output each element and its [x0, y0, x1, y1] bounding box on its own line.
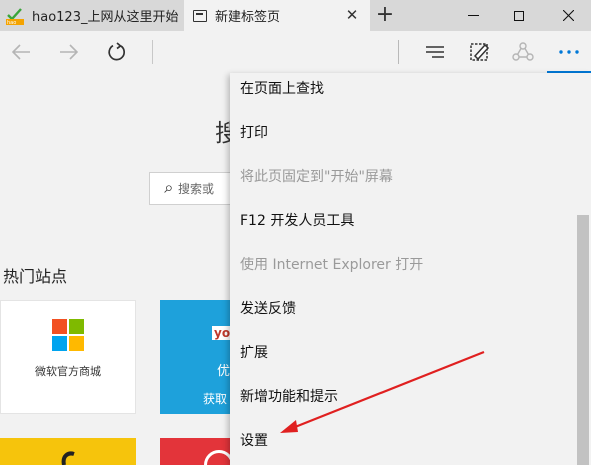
web-note-icon: [470, 43, 490, 61]
tile-yellow[interactable]: [0, 438, 136, 465]
search-icon: [164, 184, 172, 193]
toolbar-divider: [398, 40, 399, 64]
hot-sites-title: 热门站点: [3, 267, 68, 286]
refresh-icon: [108, 42, 126, 61]
minimize-icon: [467, 15, 479, 16]
search-box[interactable]: [149, 172, 239, 205]
tab-title: 新建标签页: [215, 10, 281, 25]
refresh-button[interactable]: [102, 37, 132, 67]
tile-label: 优: [217, 364, 231, 379]
back-button[interactable]: [6, 37, 36, 67]
tile-sublabel: 获取: [203, 392, 228, 406]
close-tab-icon[interactable]: ✕: [342, 5, 362, 25]
address-divider: [152, 40, 153, 64]
tab-hao123[interactable]: hao hao123_上网从这里开始: [0, 0, 183, 31]
maximize-button[interactable]: [496, 0, 542, 31]
tab-strip: hao hao123_上网从这里开始 新建标签页 ✕ +: [0, 0, 591, 31]
close-icon: [562, 10, 574, 21]
menu-item-open-with-ie: 使用 Internet Explorer 打开: [240, 257, 424, 273]
new-tab-button[interactable]: +: [370, 0, 400, 31]
menu-item-send-feedback[interactable]: 发送反馈: [240, 294, 296, 324]
tile-microsoft-store[interactable]: 微软官方商城: [0, 300, 136, 414]
page-icon: [193, 9, 207, 22]
svg-text:hao: hao: [7, 20, 16, 25]
menu-item-f12-dev-tools[interactable]: F12 开发人员工具: [240, 206, 354, 236]
menu-item-extensions[interactable]: 扩展: [240, 338, 268, 368]
hub-button[interactable]: [420, 37, 450, 67]
tab-title: hao123_上网从这里开始: [32, 10, 179, 25]
hub-icon: [426, 46, 444, 58]
menu-item-print[interactable]: 打印: [240, 118, 268, 148]
tile-logo-icon: [204, 450, 230, 465]
more-icon: [559, 50, 579, 54]
menu-item-settings[interactable]: 设置: [240, 426, 268, 456]
forward-button[interactable]: [54, 37, 84, 67]
share-button[interactable]: [508, 37, 538, 67]
more-button[interactable]: [547, 31, 591, 73]
tab-new-tab[interactable]: 新建标签页 ✕: [184, 0, 370, 31]
tile-youku[interactable]: you 优 获取: [160, 300, 241, 414]
menu-item-pin-to-start: 将此页固定到"开始"屏幕: [240, 169, 393, 185]
more-menu: 在页面上查找 打印 将此页固定到"开始"屏幕 F12 开发人员工具 使用 Int…: [230, 73, 591, 465]
menu-scrollbar-thumb[interactable]: [577, 215, 589, 465]
maximize-icon: [514, 10, 524, 21]
web-note-button[interactable]: [465, 37, 495, 67]
hao123-favicon-icon: hao: [6, 7, 24, 26]
tile-logo-icon: [61, 451, 75, 465]
arrow-right-icon: [60, 44, 79, 60]
tile-red[interactable]: [160, 438, 230, 465]
arrow-left-icon: [11, 44, 30, 60]
tile-label: 微软官方商城: [35, 365, 101, 378]
close-window-button[interactable]: [545, 0, 591, 31]
toolbar: [0, 31, 591, 73]
minimize-button[interactable]: [450, 0, 496, 31]
microsoft-logo-icon: [52, 319, 84, 351]
menu-item-find-on-page[interactable]: 在页面上查找: [240, 74, 324, 104]
share-icon: [512, 42, 534, 61]
search-input[interactable]: [178, 181, 238, 196]
menu-item-whats-new[interactable]: 新增功能和提示: [240, 382, 338, 412]
